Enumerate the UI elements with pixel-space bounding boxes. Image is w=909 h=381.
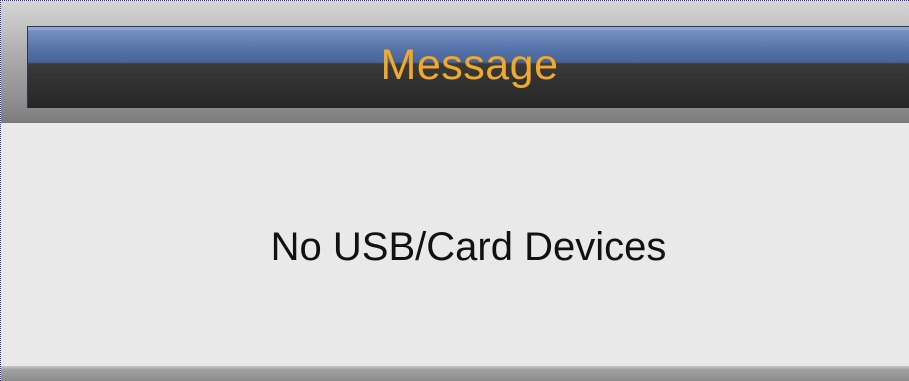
title-bar: Message bbox=[27, 26, 909, 108]
dialog-title: Message bbox=[380, 41, 559, 89]
message-dialog: Message No USB/Card Devices bbox=[0, 0, 909, 381]
bottom-strip bbox=[1, 366, 909, 381]
message-body: No USB/Card Devices bbox=[1, 123, 909, 367]
message-text: No USB/Card Devices bbox=[270, 225, 667, 269]
